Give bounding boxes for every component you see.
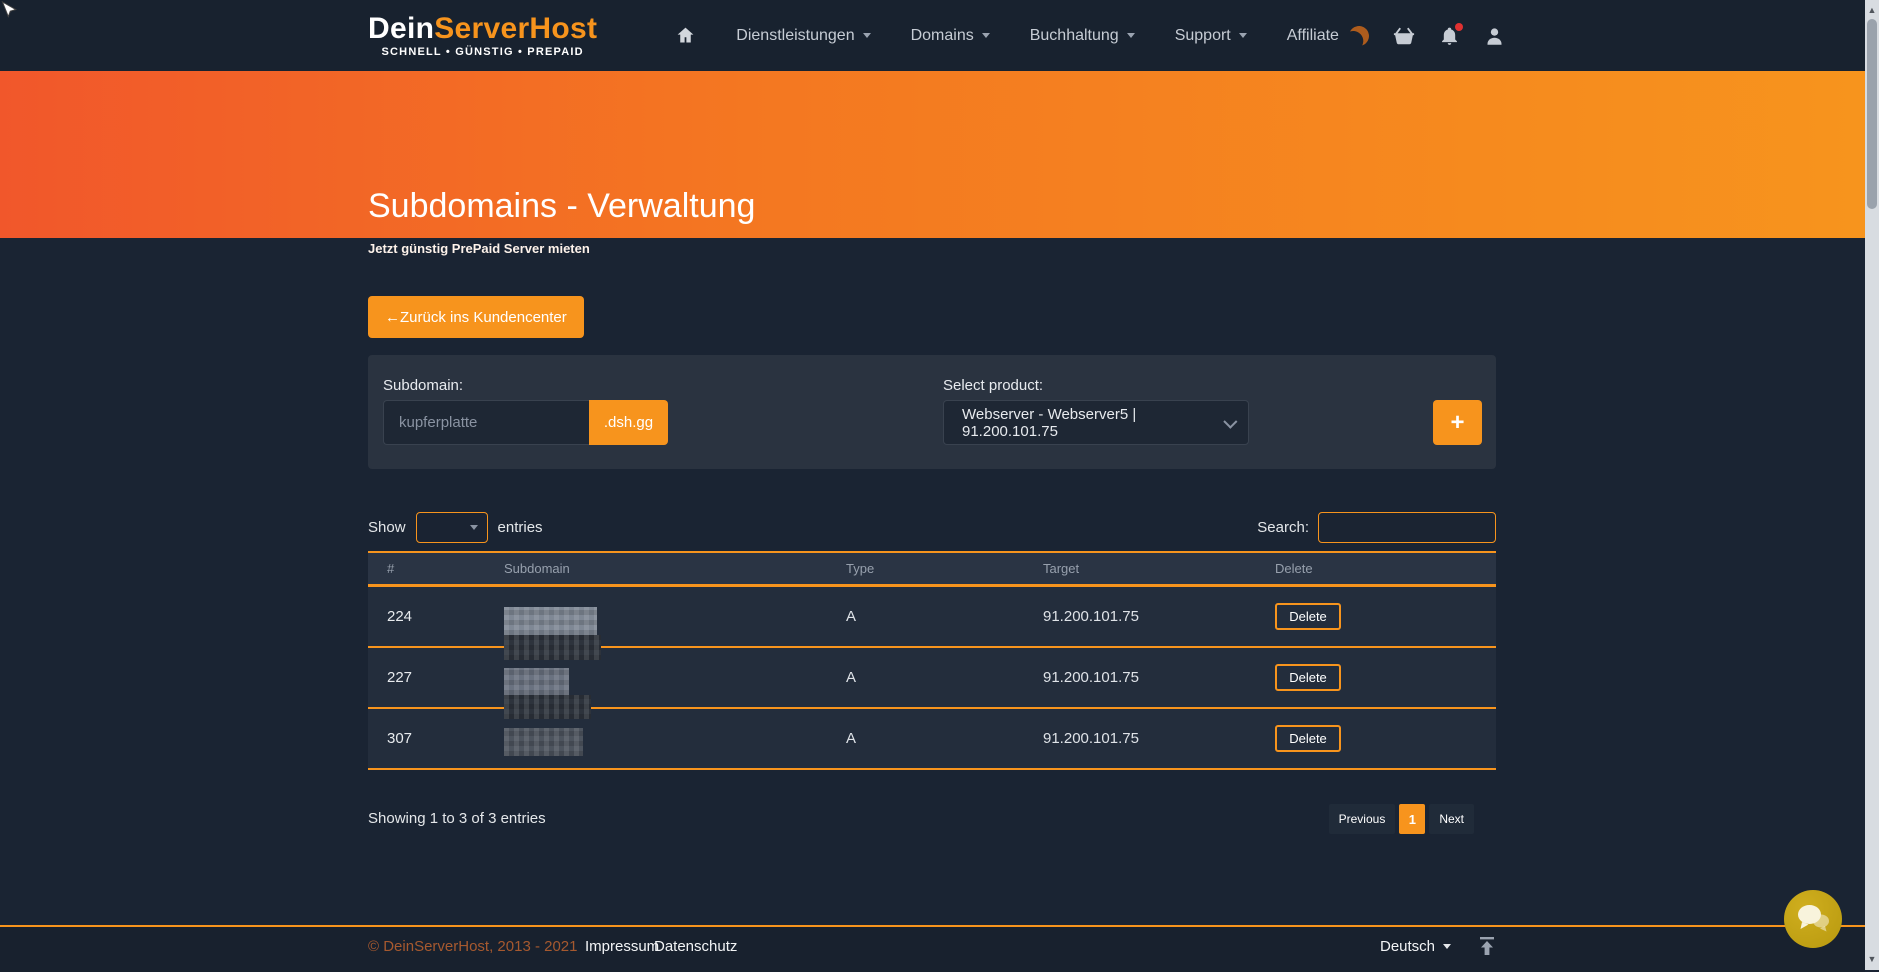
home-icon[interactable] (675, 25, 696, 46)
row-id: 224 (368, 608, 485, 625)
chat-bubbles-icon (1795, 903, 1831, 935)
top-navbar: DeinServerHost SCHNELL • GÜNSTIG • PREPA… (0, 0, 1865, 71)
row-target: 91.200.101.75 (1024, 608, 1256, 625)
chat-widget-button[interactable] (1784, 890, 1842, 948)
nav-menu: Dienstleistungen Domains Buchhaltung Sup… (675, 25, 1339, 46)
subdomain-create-panel: Subdomain: .dsh.gg Select product: Webse… (368, 355, 1496, 469)
domain-suffix-label: .dsh.gg (604, 414, 653, 431)
logo[interactable]: DeinServerHost SCHNELL • GÜNSTIG • PREPA… (368, 14, 597, 58)
moon-dark-mode-icon[interactable] (1346, 23, 1371, 48)
redacted-subdomain-blur (504, 607, 597, 635)
page-header-banner: Subdomains - Verwaltung Jetzt günstig Pr… (0, 71, 1865, 238)
header-id[interactable]: # (368, 561, 485, 576)
scroll-to-top-icon[interactable] (1477, 935, 1497, 962)
product-selected-value: Webserver - Webserver5 | 91.200.101.75 (962, 406, 1224, 440)
search-input[interactable] (1318, 512, 1496, 543)
redacted-subdomain-blur (504, 668, 569, 695)
entries-control: Show entries (368, 512, 543, 543)
delete-button[interactable]: Delete (1275, 664, 1341, 691)
header-delete[interactable]: Delete (1256, 561, 1496, 576)
header-subdomain[interactable]: Subdomain (485, 561, 827, 576)
footer-link-datenschutz[interactable]: Datenschutz (654, 938, 737, 955)
row-type: A (827, 608, 1024, 625)
plus-icon: + (1450, 409, 1464, 437)
product-label: Select product: (943, 377, 1043, 394)
row-target: 91.200.101.75 (1024, 730, 1256, 747)
table-row: 224 A 91.200.101.75 Delete (368, 587, 1496, 648)
domain-suffix-addon[interactable]: .dsh.gg (589, 400, 668, 445)
nav-item-label: Buchhaltung (1030, 27, 1119, 45)
subdomains-table: # Subdomain Type Target Delete 224 A 91.… (368, 551, 1496, 770)
subdomain-input[interactable] (383, 400, 589, 445)
nav-item-label: Domains (911, 27, 974, 45)
product-select[interactable]: Webserver - Webserver5 | 91.200.101.75 (943, 400, 1249, 445)
chevron-down-icon (863, 33, 871, 38)
show-label: Show (368, 519, 406, 536)
nav-item-domains[interactable]: Domains (911, 27, 990, 45)
table-header-row: # Subdomain Type Target Delete (368, 551, 1496, 587)
nav-item-support[interactable]: Support (1175, 27, 1247, 45)
header-target[interactable]: Target (1024, 561, 1256, 576)
browser-scrollbar[interactable]: ▲ ▼ (1865, 0, 1879, 970)
search-control: Search: (1257, 512, 1496, 543)
nav-item-label: Dienstleistungen (736, 27, 854, 45)
redacted-subdomain-blur (504, 728, 583, 756)
pagination-page-1[interactable]: 1 (1399, 804, 1425, 834)
page-title: Subdomains - Verwaltung (368, 187, 755, 226)
arrow-left-icon: ← (385, 309, 400, 326)
bell-icon[interactable] (1439, 25, 1460, 47)
redacted-subdomain-blur (504, 695, 591, 719)
nav-item-label: Affiliate (1287, 27, 1339, 45)
pagination-next-button[interactable]: Next (1429, 804, 1474, 834)
search-label: Search: (1257, 519, 1309, 536)
entries-label: entries (498, 519, 543, 536)
delete-button[interactable]: Delete (1275, 603, 1341, 630)
logo-text: DeinServerHost (368, 14, 597, 44)
logo-tagline: SCHNELL • GÜNSTIG • PREPAID (382, 47, 584, 58)
nav-icons (1349, 25, 1505, 47)
chevron-down-icon (470, 525, 478, 530)
table-summary: Showing 1 to 3 of 3 entries (368, 810, 546, 827)
row-type: A (827, 669, 1024, 686)
subdomain-input-group: .dsh.gg (383, 400, 668, 445)
pagination-previous-button[interactable]: Previous (1329, 804, 1396, 834)
chevron-down-icon (1127, 33, 1135, 38)
logo-part2: ServerHost (434, 12, 597, 45)
cart-icon[interactable] (1393, 25, 1415, 47)
row-target: 91.200.101.75 (1024, 669, 1256, 686)
subdomain-label: Subdomain: (383, 377, 463, 394)
footer-link-impressum[interactable]: Impressum (585, 938, 659, 955)
language-selected-value: Deutsch (1380, 938, 1435, 955)
back-to-customer-center-button[interactable]: ←Zurück ins Kundencenter (368, 296, 584, 338)
notification-badge (1455, 23, 1463, 31)
add-subdomain-button[interactable]: + (1433, 400, 1482, 445)
redacted-subdomain-blur (504, 635, 601, 660)
page-subtitle: Jetzt günstig PrePaid Server mieten (368, 241, 590, 256)
chevron-down-icon (1443, 944, 1451, 949)
entries-per-page-select[interactable] (416, 512, 488, 543)
delete-button[interactable]: Delete (1275, 725, 1341, 752)
pagination: Previous 1 Next (1329, 804, 1474, 834)
logo-part1: Dein (368, 12, 434, 45)
row-id: 227 (368, 669, 485, 686)
nav-item-label: Support (1175, 27, 1231, 45)
row-type: A (827, 730, 1024, 747)
nav-item-buchhaltung[interactable]: Buchhaltung (1030, 27, 1135, 45)
nav-item-affiliate[interactable]: Affiliate (1287, 27, 1339, 45)
chevron-down-icon (1224, 414, 1238, 428)
header-type[interactable]: Type (827, 561, 1024, 576)
scrollbar-thumb[interactable] (1867, 19, 1877, 209)
back-button-label: Zurück ins Kundencenter (400, 309, 567, 326)
footer: © DeinServerHost, 2013 - 2021 Impressum … (0, 925, 1865, 972)
row-id: 307 (368, 730, 485, 747)
nav-item-dienstleistungen[interactable]: Dienstleistungen (736, 27, 870, 45)
copyright-text: © DeinServerHost, 2013 - 2021 (368, 938, 578, 955)
language-selector[interactable]: Deutsch (1380, 938, 1451, 955)
chevron-down-icon (982, 33, 990, 38)
scrollbar-up-arrow[interactable]: ▲ (1865, 2, 1879, 18)
chevron-down-icon (1239, 33, 1247, 38)
scrollbar-down-arrow[interactable]: ▼ (1865, 951, 1879, 967)
user-icon[interactable] (1484, 25, 1505, 47)
